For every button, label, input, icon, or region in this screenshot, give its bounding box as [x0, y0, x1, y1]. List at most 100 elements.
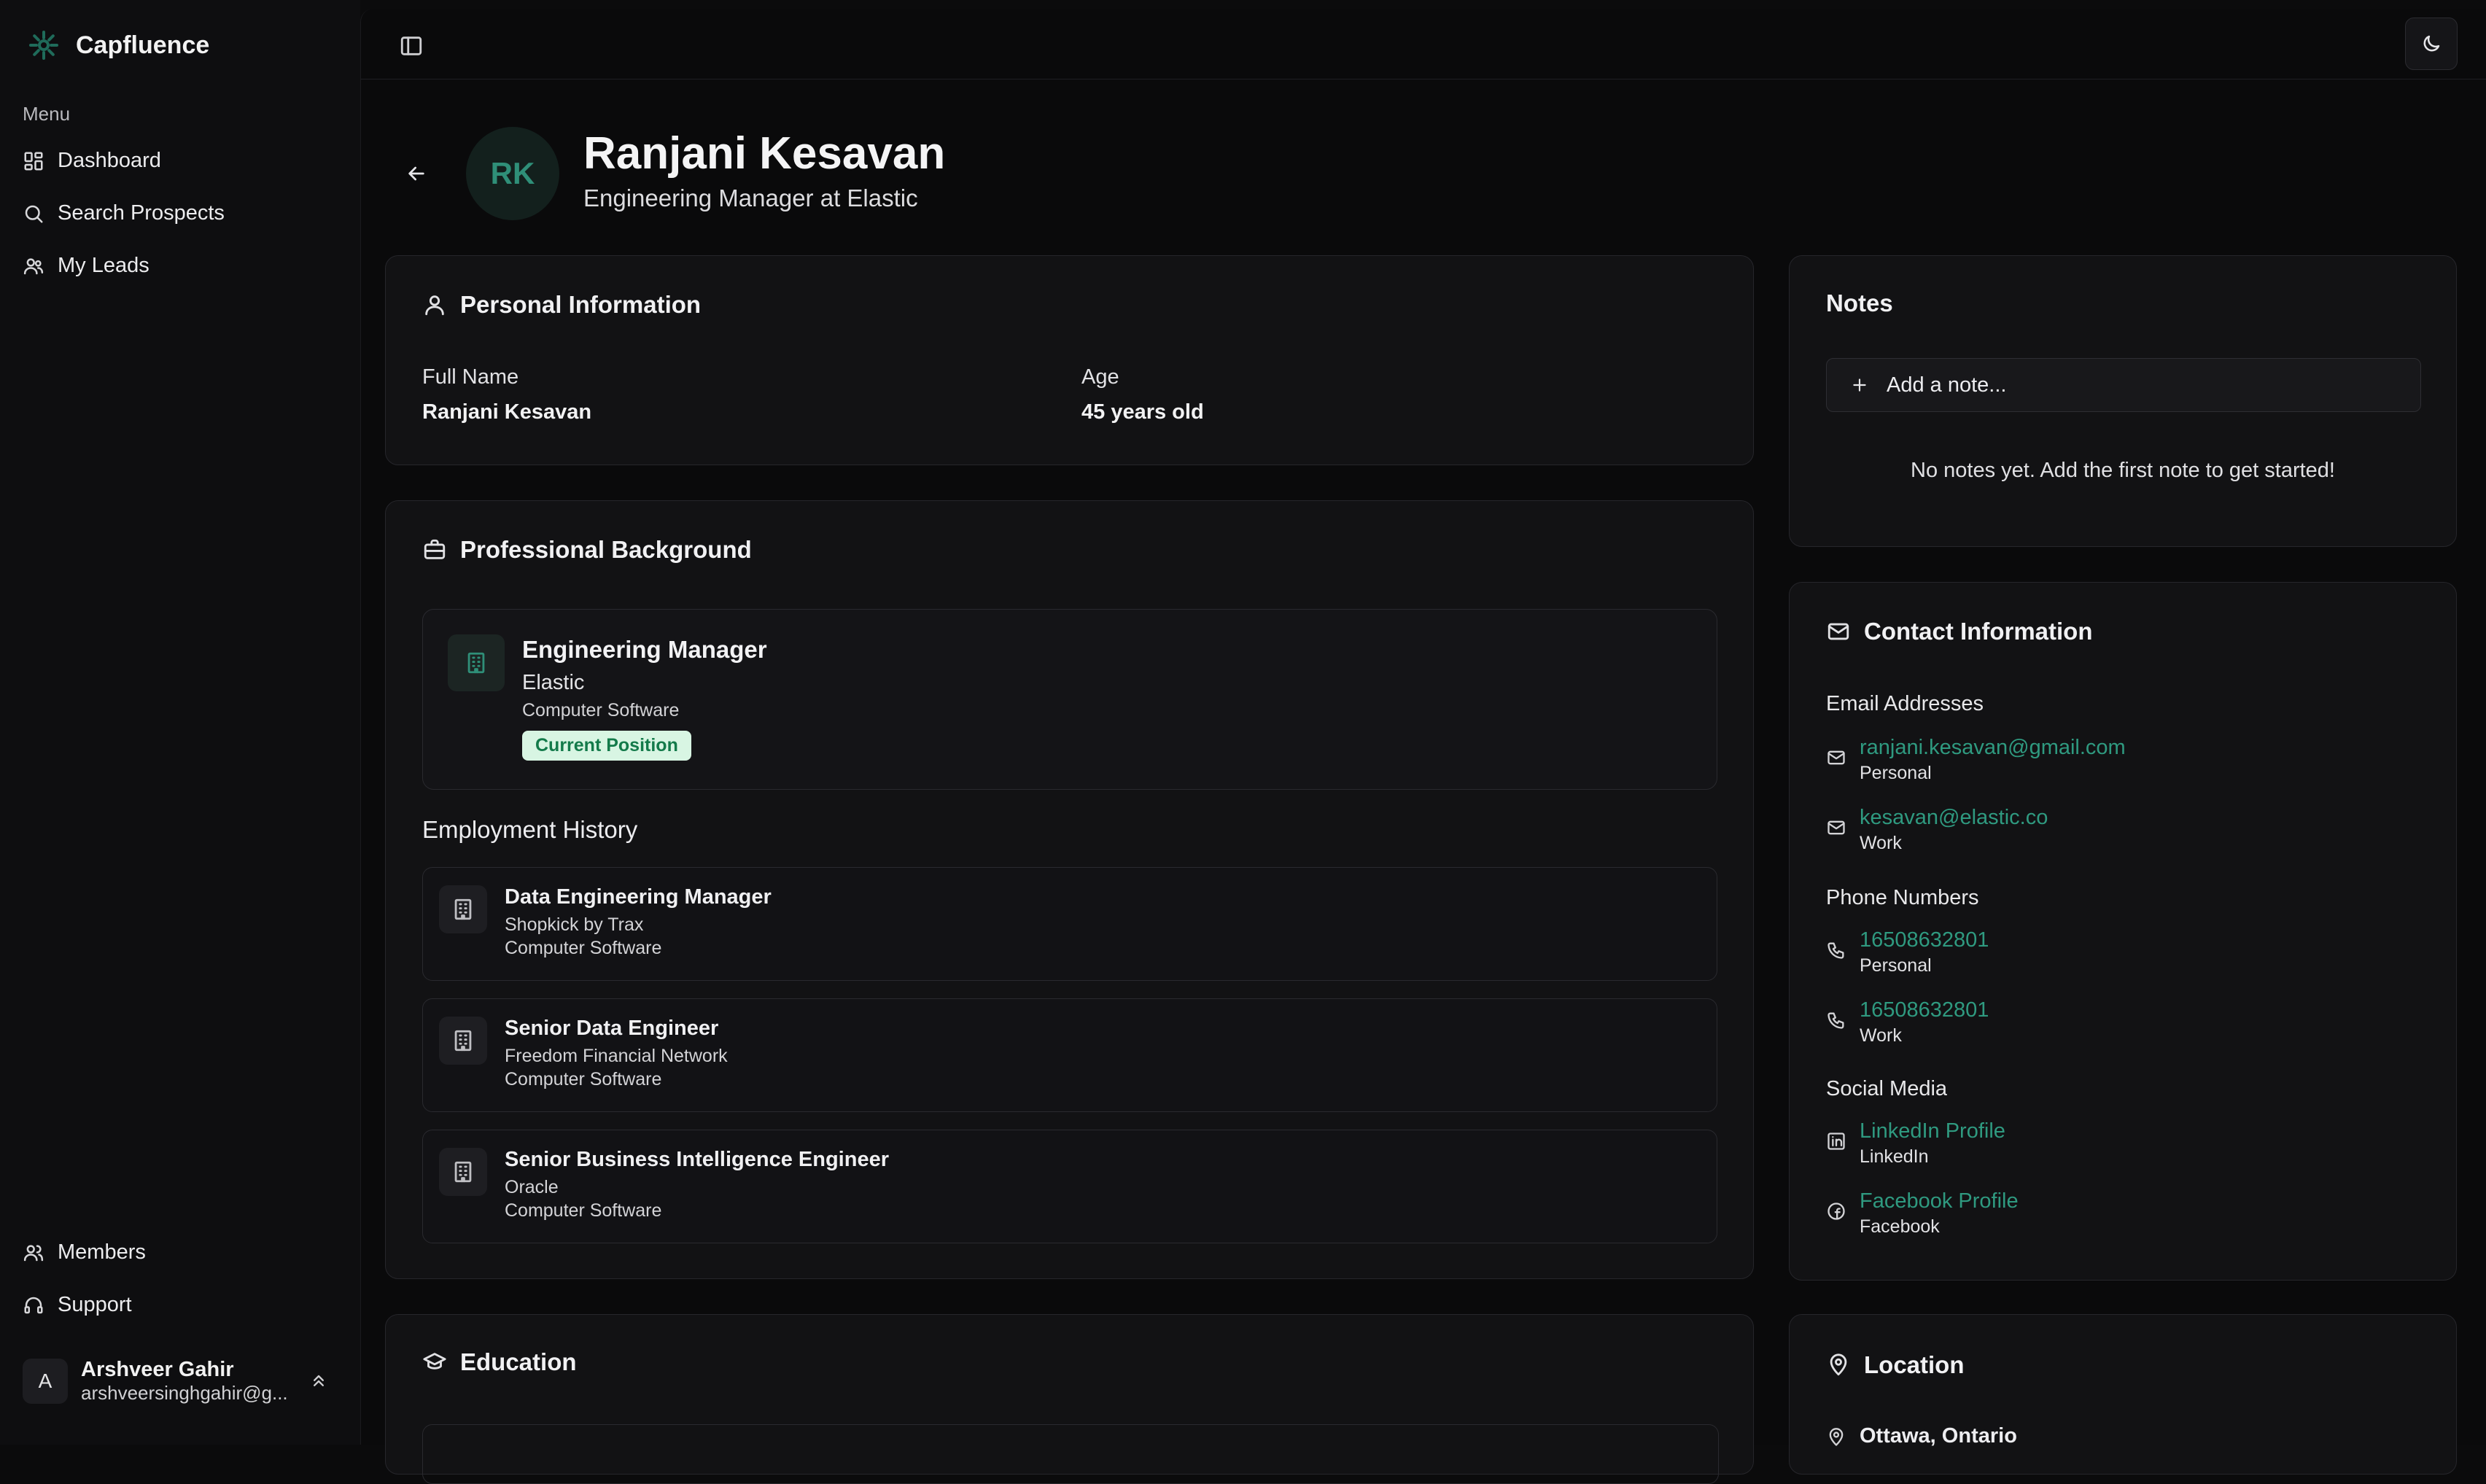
- job-industry: Computer Software: [505, 938, 662, 958]
- add-note-button[interactable]: Add a note...: [1826, 358, 2421, 412]
- notes-card: Notes Add a note... No notes yet. Add th…: [1789, 255, 2457, 547]
- job-role: Senior Business Intelligence Engineer: [505, 1148, 889, 1171]
- brand[interactable]: Capfluence: [26, 28, 209, 63]
- card-title: Location: [1826, 1351, 1965, 1379]
- email-type: Personal: [1860, 763, 1932, 783]
- facebook-link[interactable]: Facebook Profile: [1860, 1189, 2019, 1213]
- user-name: Arshveer Gahir: [81, 1358, 234, 1381]
- phone-row: 16508632801 Personal: [1826, 928, 1989, 976]
- sidebar-item-label: My Leads: [58, 254, 149, 277]
- list-item: Senior Business Intelligence Engineer Or…: [422, 1130, 1717, 1243]
- capfluence-logo-icon: [26, 28, 61, 63]
- education-item: [422, 1424, 1719, 1484]
- sidebar-item-label: Dashboard: [58, 149, 161, 172]
- user-email: arshveersinghgahir@g...: [81, 1382, 288, 1404]
- phone-icon: [1826, 1010, 1846, 1030]
- job-role: Senior Data Engineer: [505, 1017, 719, 1040]
- notes-title: Notes: [1826, 290, 1893, 316]
- job-role: Data Engineering Manager: [505, 885, 772, 909]
- card-title: Personal Information: [422, 291, 701, 319]
- current-company: Elastic: [522, 671, 585, 694]
- avatar: A: [23, 1359, 68, 1404]
- users-icon: [23, 1242, 44, 1264]
- map-pin-icon: [1826, 1353, 1851, 1378]
- phone-icon: [1826, 940, 1846, 960]
- age-value: 45 years old: [1081, 400, 1204, 424]
- social-type: LinkedIn: [1860, 1146, 1929, 1167]
- current-industry: Computer Software: [522, 700, 680, 720]
- list-item: Senior Data Engineer Freedom Financial N…: [422, 998, 1717, 1112]
- sidebar-item-search-prospects[interactable]: Search Prospects: [23, 201, 225, 225]
- job-industry: Computer Software: [505, 1200, 662, 1221]
- email-link[interactable]: ranjani.kesavan@gmail.com: [1860, 736, 2126, 760]
- location-value: Ottawa, Ontario: [1860, 1424, 2017, 1448]
- current-position: Engineering Manager Elastic Computer Sof…: [422, 609, 1717, 790]
- sidebar-item-label: Support: [58, 1293, 132, 1316]
- job-company: Freedom Financial Network: [505, 1046, 728, 1066]
- profile-avatar: RK: [466, 127, 559, 220]
- phone-type: Personal: [1860, 955, 1932, 976]
- headset-icon: [23, 1294, 44, 1316]
- social-type: Facebook: [1860, 1216, 1940, 1237]
- linkedin-icon: [1826, 1131, 1846, 1151]
- list-item: Data Engineering Manager Shopkick by Tra…: [422, 867, 1717, 981]
- app-name: Capfluence: [76, 31, 210, 59]
- social-row: LinkedIn Profile LinkedIn: [1826, 1119, 2005, 1168]
- phone-link[interactable]: 16508632801: [1860, 998, 1989, 1022]
- card-title: Education: [422, 1348, 577, 1376]
- full-name-value: Ranjani Kesavan: [422, 400, 592, 424]
- email-type: Work: [1860, 833, 1902, 853]
- linkedin-link[interactable]: LinkedIn Profile: [1860, 1119, 2005, 1143]
- sidebar-item-support[interactable]: Support: [23, 1293, 132, 1317]
- user-menu[interactable]: A Arshveer Gahir arshveersinghgahir@g...: [23, 1358, 329, 1405]
- building-icon: [448, 634, 505, 691]
- age-label: Age: [1081, 365, 1119, 389]
- sidebar: Capfluence Menu Dashboard Search Prospec…: [0, 0, 360, 1445]
- location-row: Ottawa, Ontario: [1826, 1424, 2017, 1448]
- sidebar-item-members[interactable]: Members: [23, 1240, 146, 1264]
- social-media-label: Social Media: [1826, 1077, 1948, 1100]
- job-industry: Computer Software: [505, 1069, 662, 1089]
- topbar: [361, 9, 2486, 79]
- facebook-icon: [1826, 1201, 1846, 1221]
- phone-row: 16508632801 Work: [1826, 998, 1989, 1046]
- chevrons-up-down-icon[interactable]: [308, 1371, 329, 1391]
- phone-numbers-label: Phone Numbers: [1826, 886, 1979, 909]
- contact-information-card: Contact Information Email Addresses ranj…: [1789, 582, 2457, 1281]
- building-icon: [439, 1017, 487, 1065]
- sidebar-item-dashboard[interactable]: Dashboard: [23, 149, 161, 173]
- employment-history-heading: Employment History: [422, 816, 638, 843]
- social-row: Facebook Profile Facebook: [1826, 1189, 2019, 1238]
- current-role: Engineering Manager: [522, 636, 767, 663]
- sidebar-item-label: Search Prospects: [58, 201, 225, 225]
- users-icon: [23, 255, 44, 277]
- graduation-cap-icon: [422, 1350, 447, 1375]
- profile-title: Engineering Manager at Elastic: [583, 184, 918, 211]
- building-icon: [439, 1148, 487, 1196]
- status-badge: Current Position: [522, 731, 691, 761]
- profile-name: Ranjani Kesavan: [583, 128, 946, 179]
- sidebar-toggle-icon[interactable]: [399, 34, 424, 58]
- moon-icon: [2420, 33, 2442, 55]
- mail-icon: [1826, 619, 1851, 644]
- job-company: Shopkick by Trax: [505, 914, 644, 935]
- search-icon: [23, 203, 44, 225]
- user-icon: [422, 292, 447, 317]
- menu-label: Menu: [23, 103, 71, 125]
- empty-notes-text: No notes yet. Add the first note to get …: [1911, 459, 2335, 482]
- professional-background-card: Professional Background Engineering Mana…: [385, 500, 1754, 1279]
- email-link[interactable]: kesavan@elastic.co: [1860, 806, 2048, 830]
- sidebar-item-my-leads[interactable]: My Leads: [23, 254, 149, 278]
- plus-icon: [1850, 376, 1869, 395]
- phone-link[interactable]: 16508632801: [1860, 928, 1989, 952]
- job-company: Oracle: [505, 1177, 559, 1197]
- email-addresses-label: Email Addresses: [1826, 692, 1984, 715]
- mail-icon: [1826, 817, 1846, 838]
- briefcase-icon: [422, 537, 447, 562]
- theme-toggle-button[interactable]: [2405, 18, 2458, 70]
- back-arrow-icon[interactable]: [405, 162, 428, 185]
- education-card: Education: [385, 1314, 1754, 1484]
- mail-icon: [1826, 747, 1846, 768]
- email-row: kesavan@elastic.co Work: [1826, 806, 2048, 854]
- location-card: Location Ottawa, Ontario: [1789, 1314, 2457, 1475]
